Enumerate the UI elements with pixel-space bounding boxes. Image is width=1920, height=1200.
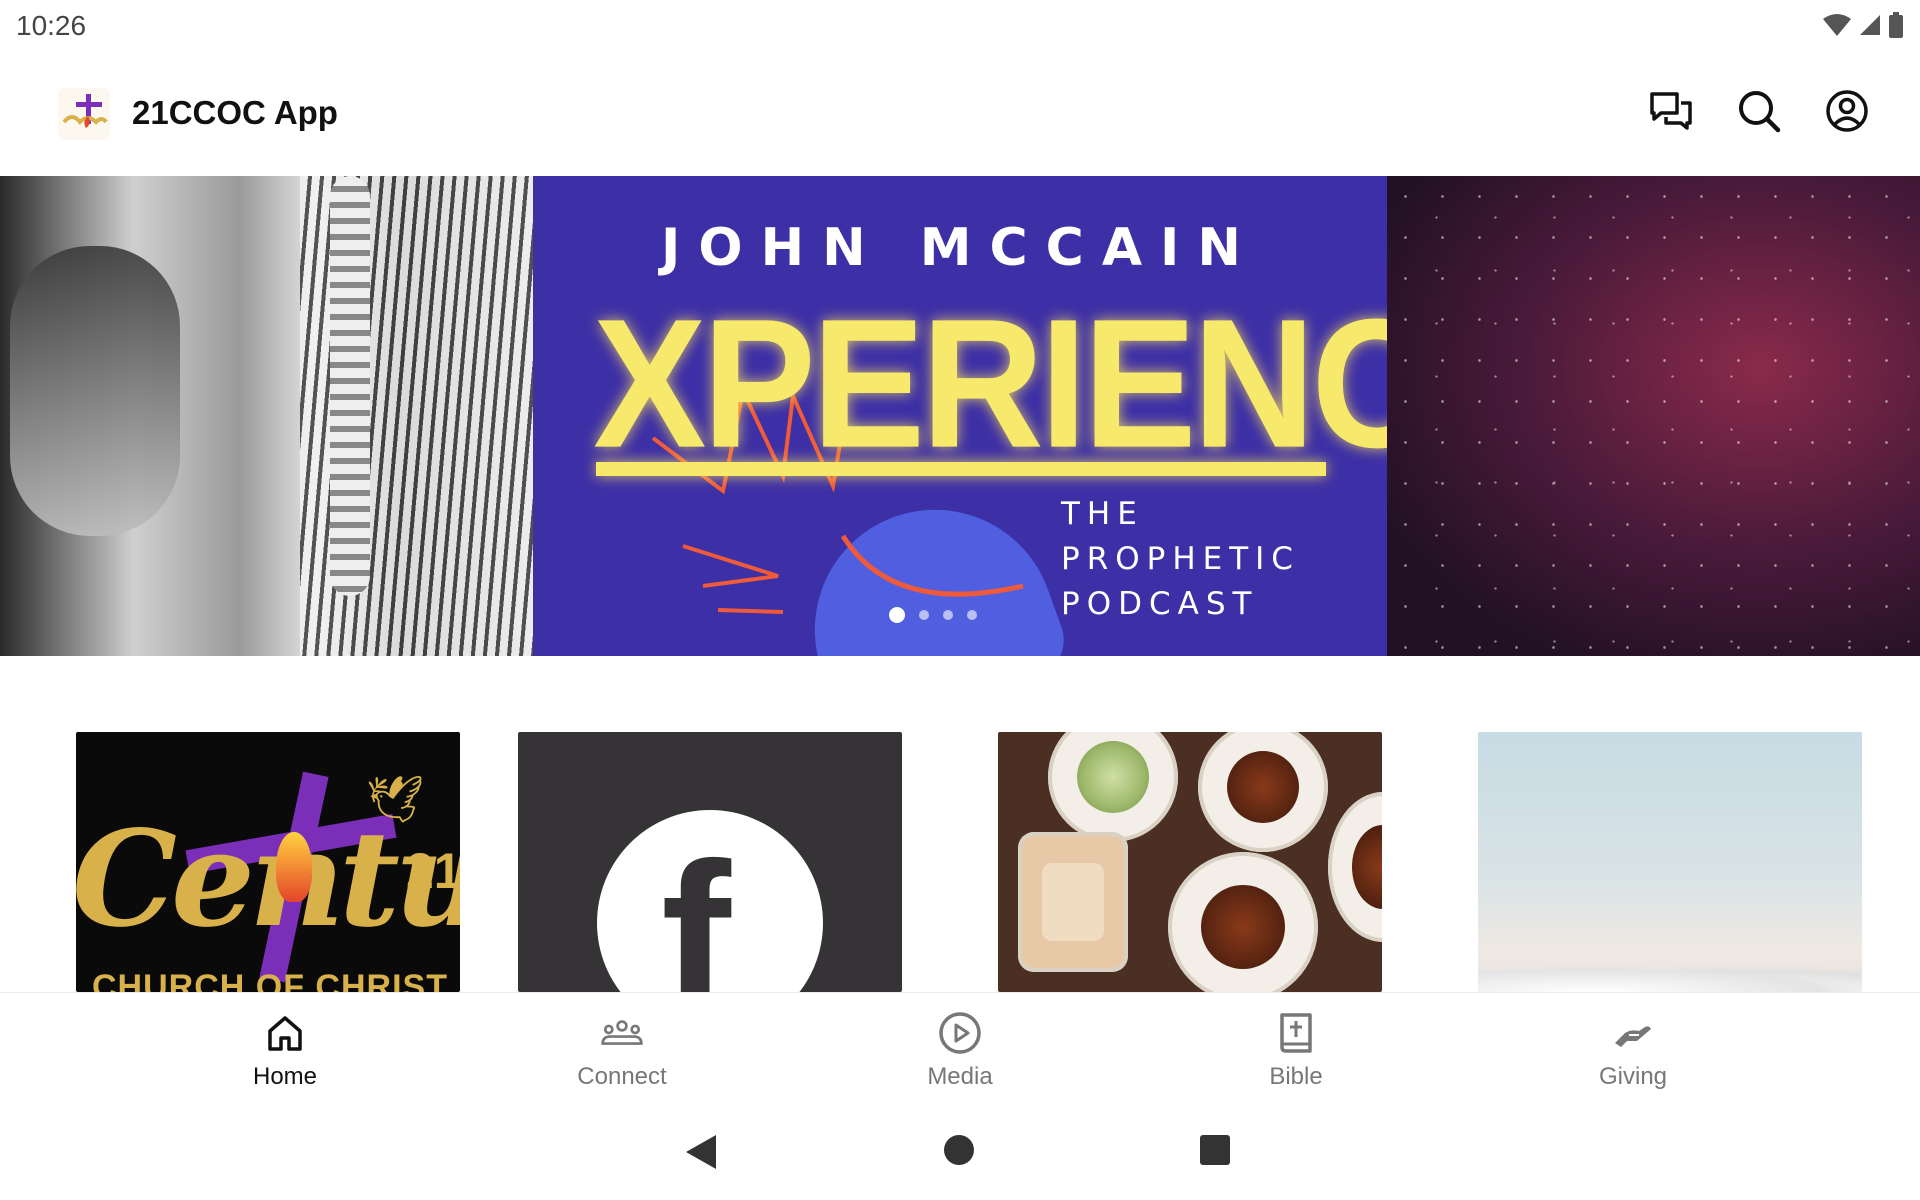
sky-tile[interactable]: [1478, 732, 1862, 992]
system-back-button[interactable]: [686, 1135, 716, 1169]
dove-icon: 🕊: [366, 773, 425, 825]
bible-icon: [1280, 1013, 1312, 1053]
carousel-page-indicator: [533, 607, 1360, 623]
status-bar: 10:26: [0, 0, 1920, 50]
facebook-tile[interactable]: f: [518, 732, 902, 992]
carousel-dot-3[interactable]: [943, 610, 953, 620]
messages-button[interactable]: [1648, 88, 1694, 134]
logo-caption: CHURCH OF CHRIST: [92, 968, 448, 992]
wifi-icon: [1823, 14, 1851, 36]
hero-carousel[interactable]: JOHN MCCAIN XPERIENCE THE PROPHETIC PODC…: [0, 176, 1920, 656]
salad-plate: [1048, 732, 1178, 842]
podcast-host-name: JOHN MCCAIN: [661, 218, 1259, 278]
nav-label-connect: Connect: [577, 1063, 667, 1090]
app-bar: 21CCOC App: [0, 50, 1920, 175]
slide-night-sky-photo[interactable]: [1387, 176, 1920, 656]
hands-graphic: [10, 246, 180, 536]
people-group-icon: [601, 1020, 643, 1045]
cell-signal-icon: [1860, 15, 1880, 35]
play-circle-icon: [939, 1012, 981, 1054]
status-time: 10:26: [16, 10, 87, 41]
nav-item-media[interactable]: Media: [860, 993, 1060, 1106]
meat-plate: [1328, 792, 1382, 942]
nav-item-home[interactable]: Home: [185, 993, 385, 1106]
carousel-dot-1[interactable]: [889, 607, 905, 623]
podcast-title-underline: [596, 462, 1326, 476]
nav-item-bible[interactable]: Bible: [1196, 993, 1396, 1106]
carousel-dot-4[interactable]: [967, 610, 977, 620]
system-home-button[interactable]: [944, 1135, 974, 1165]
meat-plate: [1168, 852, 1318, 992]
system-navigation-bar: [0, 1105, 1920, 1200]
search-icon: [1739, 91, 1781, 133]
content-tiles: Century 🕊 21 CHURCH OF CHRIST f: [0, 732, 1920, 992]
chain-graphic: [330, 176, 370, 596]
app-actions: [1648, 88, 1870, 134]
podcast-subtitle-line-2: PROPHETIC: [1061, 541, 1300, 577]
stars-graphic: [1387, 176, 1920, 656]
nav-label-home: Home: [252, 1063, 318, 1090]
search-button[interactable]: [1736, 88, 1782, 134]
church-logo-tile[interactable]: Century 🕊 21 CHURCH OF CHRIST: [76, 732, 460, 992]
giving-hand-icon: [1615, 1026, 1651, 1047]
logo-number: 21: [406, 843, 460, 899]
podcast-subtitle-line-1: THE: [1061, 496, 1144, 532]
bottom-navigation: Home Connect Media Bible Giving: [0, 992, 1920, 1106]
system-recents-button[interactable]: [1200, 1135, 1230, 1165]
flame-icon: [276, 832, 312, 902]
clouds-graphic: [1478, 966, 1862, 992]
account-circle-icon: [1826, 90, 1868, 132]
nav-label-bible: Bible: [1269, 1063, 1323, 1090]
nav-item-giving[interactable]: Giving: [1533, 993, 1733, 1106]
church-logo-icon[interactable]: [58, 88, 110, 140]
home-icon: [268, 1016, 302, 1051]
battery-icon: [1889, 12, 1903, 38]
food-tile[interactable]: [998, 732, 1382, 992]
facebook-f-glyph: f: [661, 819, 731, 993]
slide-podcast-banner[interactable]: JOHN MCCAIN XPERIENCE THE PROPHETIC PODC…: [533, 176, 1387, 656]
account-button[interactable]: [1824, 88, 1870, 134]
carousel-dot-2[interactable]: [919, 610, 929, 620]
app-title: 21CCOC App: [132, 94, 338, 131]
nav-label-media: Media: [927, 1063, 993, 1090]
nav-label-giving: Giving: [1598, 1063, 1668, 1090]
meat-plate: [1198, 732, 1328, 852]
bread-basket: [1018, 832, 1128, 972]
church-logo-icon-graphic: [58, 88, 110, 140]
podcast-title: XPERIENCE: [593, 281, 1387, 487]
nav-item-connect[interactable]: Connect: [522, 993, 722, 1106]
chat-bubbles-icon: [1650, 92, 1692, 130]
status-icons: [1822, 12, 1904, 38]
slide-hands-photo[interactable]: [0, 176, 533, 656]
